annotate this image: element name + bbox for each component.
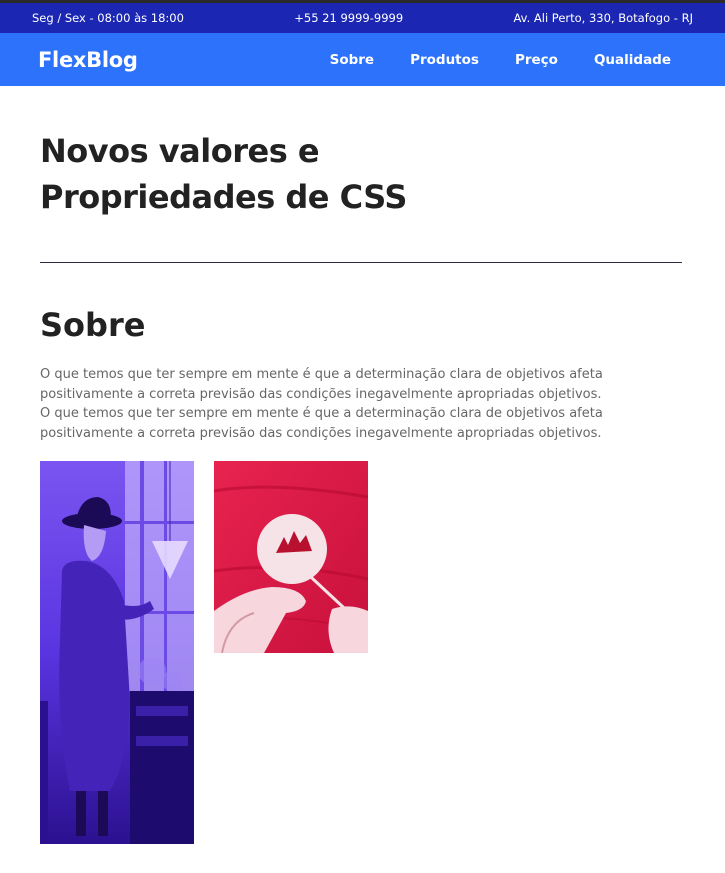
phone-number[interactable]: +55 21 9999-9999 bbox=[294, 11, 403, 25]
site-logo[interactable]: FlexBlog bbox=[38, 48, 138, 72]
section-divider bbox=[40, 262, 682, 263]
page-title: Novos valores e Propriedades de CSS bbox=[40, 128, 540, 220]
about-paragraph-2: O que temos que ter sempre em mente é qu… bbox=[40, 406, 603, 441]
nav-link-preco[interactable]: Preço bbox=[515, 52, 558, 68]
page-title-line-2: Propriedades de CSS bbox=[40, 178, 407, 216]
nav-link-produtos[interactable]: Produtos bbox=[410, 52, 479, 68]
main-navbar: FlexBlog Sobre Produtos Preço Qualidade bbox=[0, 33, 725, 86]
address: Av. Ali Perto, 330, Botafogo - RJ bbox=[513, 11, 693, 25]
nav-link-sobre[interactable]: Sobre bbox=[330, 52, 374, 68]
opening-hours: Seg / Sex - 08:00 às 18:00 bbox=[32, 11, 184, 25]
painting-hands-photo bbox=[214, 461, 368, 653]
about-title: Sobre bbox=[40, 306, 146, 344]
nav-link-qualidade[interactable]: Qualidade bbox=[594, 52, 671, 68]
woman-window-photo bbox=[40, 461, 194, 844]
about-text: O que temos que ter sempre em mente é qu… bbox=[40, 365, 685, 443]
about-paragraph-1: O que temos que ter sempre em mente é qu… bbox=[40, 367, 603, 402]
page-title-line-1: Novos valores e bbox=[40, 132, 320, 170]
nav-menu: Sobre Produtos Preço Qualidade bbox=[330, 52, 671, 68]
top-info-bar: Seg / Sex - 08:00 às 18:00 +55 21 9999-9… bbox=[0, 0, 725, 33]
